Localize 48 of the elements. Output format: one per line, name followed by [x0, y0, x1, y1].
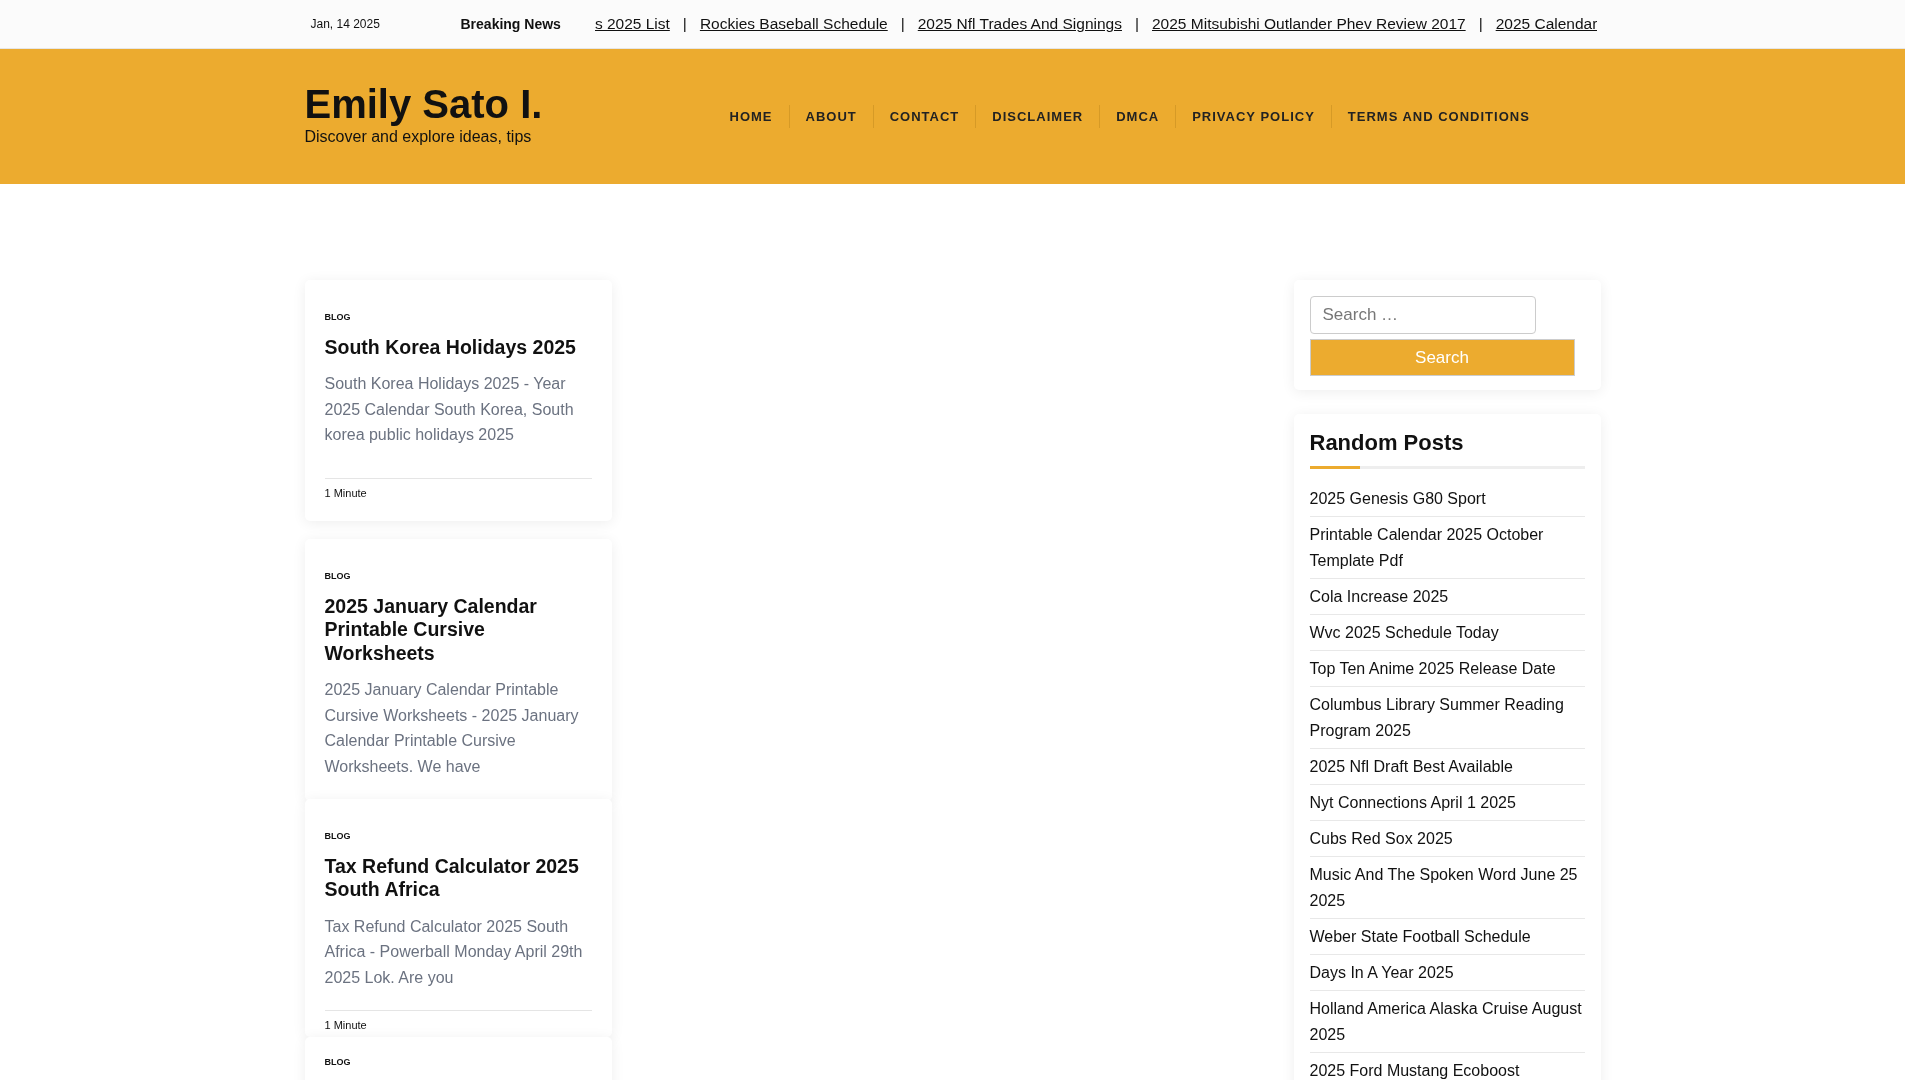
separator-text: | — [1134, 15, 1139, 33]
post-excerpt: South Korea Holidays 2025 - Year 2025 Calendar South Korea, South korea public holidays 2025 — [324, 374, 575, 446]
nav-link[interactable]: DMCA — [1099, 105, 1176, 128]
news-link[interactable]: 2025 Mitsubishi Outlander Phev Review 2017 — [1152, 15, 1466, 33]
category-link[interactable]: BLOG — [324, 570, 351, 581]
post-link[interactable]: 2025 Genesis G80 Sport — [1309, 486, 1585, 512]
nav-link[interactable]: PRIVACY POLICY — [1175, 105, 1331, 128]
nav-link[interactable]: DISCLAIMER — [975, 105, 1100, 128]
post-title[interactable]: Tax Refund Calculator 2025 South Africa — [324, 855, 592, 902]
site-title[interactable]: Emily Sato I. — [304, 81, 543, 126]
site-tagline: Discover and explore ideas, tips — [304, 127, 532, 146]
post-title[interactable]: 2025 January Calendar Printable Cursive Worksheets — [324, 594, 592, 666]
date-text: Jan, 14 2025 — [310, 17, 381, 31]
separator-text: | — [682, 15, 687, 33]
separator-text: | — [1478, 15, 1483, 33]
post-link[interactable]: Weber State Football Schedule — [1309, 924, 1585, 950]
category-link[interactable]: BLOG — [324, 312, 351, 322]
nav-link[interactable]: HOME — [713, 105, 789, 128]
news-link[interactable]: 2025 Nfl Trades And Signings — [917, 15, 1122, 33]
post-excerpt: 2025 January Calendar Printable Cursive Worksheets - 2025 January Calendar Printable Cursive Worksheets. We have — [324, 680, 580, 777]
post-link[interactable]: 2025 Nfl Draft Best Available — [1309, 754, 1585, 780]
nav-link[interactable]: ABOUT — [788, 105, 873, 128]
post-link[interactable]: Days In A Year 2025 — [1309, 960, 1585, 986]
nav-link[interactable]: CONTACT — [872, 105, 976, 128]
nav-link[interactable]: TERMS AND CONDITIONS — [1330, 105, 1546, 128]
category-link[interactable]: BLOG — [324, 831, 351, 842]
news-link[interactable]: s 2025 List — [594, 15, 670, 33]
breaking-news-label: Breaking News — [460, 16, 561, 32]
post-link[interactable]: Holland America Alaska Cruise August 2025 — [1309, 996, 1585, 1048]
post-link[interactable]: Top Ten Anime 2025 Release Date — [1309, 656, 1585, 682]
post-link[interactable]: 2025 Ford Mustang Ecoboost — [1309, 1058, 1585, 1080]
post-link[interactable]: Columbus Library Summer Reading Program 2025 — [1309, 692, 1585, 744]
post-link[interactable]: Wvc 2025 Schedule Today — [1309, 620, 1585, 646]
post-link[interactable]: Cola Increase 2025 — [1309, 584, 1585, 610]
news-link[interactable]: Rockies Baseball Schedule — [699, 15, 888, 33]
post-link[interactable]: Nyt Connections April 1 2025 — [1309, 790, 1585, 816]
post-link[interactable]: Music And The Spoken Word June 25 2025 — [1309, 862, 1585, 914]
post-title[interactable]: South Korea Holidays 2025 — [324, 336, 592, 360]
post-link[interactable]: Printable Calendar 2025 October Template Pdf — [1309, 522, 1585, 574]
news-link[interactable]: 2025 Calendar — [1495, 15, 1598, 33]
category-link[interactable]: BLOG — [324, 1057, 351, 1068]
read-time: 1 Minute — [324, 486, 367, 499]
separator-text: | — [900, 15, 905, 33]
post-link[interactable]: Cubs Red Sox 2025 — [1309, 826, 1585, 852]
search-field[interactable]: Search … — [1309, 296, 1536, 334]
read-time: 1 Minute — [324, 1019, 367, 1032]
post-excerpt: Tax Refund Calculator 2025 South Africa - Powerball Monday April 29th 2025 Lok. Are you — [324, 916, 584, 988]
widget-title: Random Posts — [1309, 430, 1465, 456]
